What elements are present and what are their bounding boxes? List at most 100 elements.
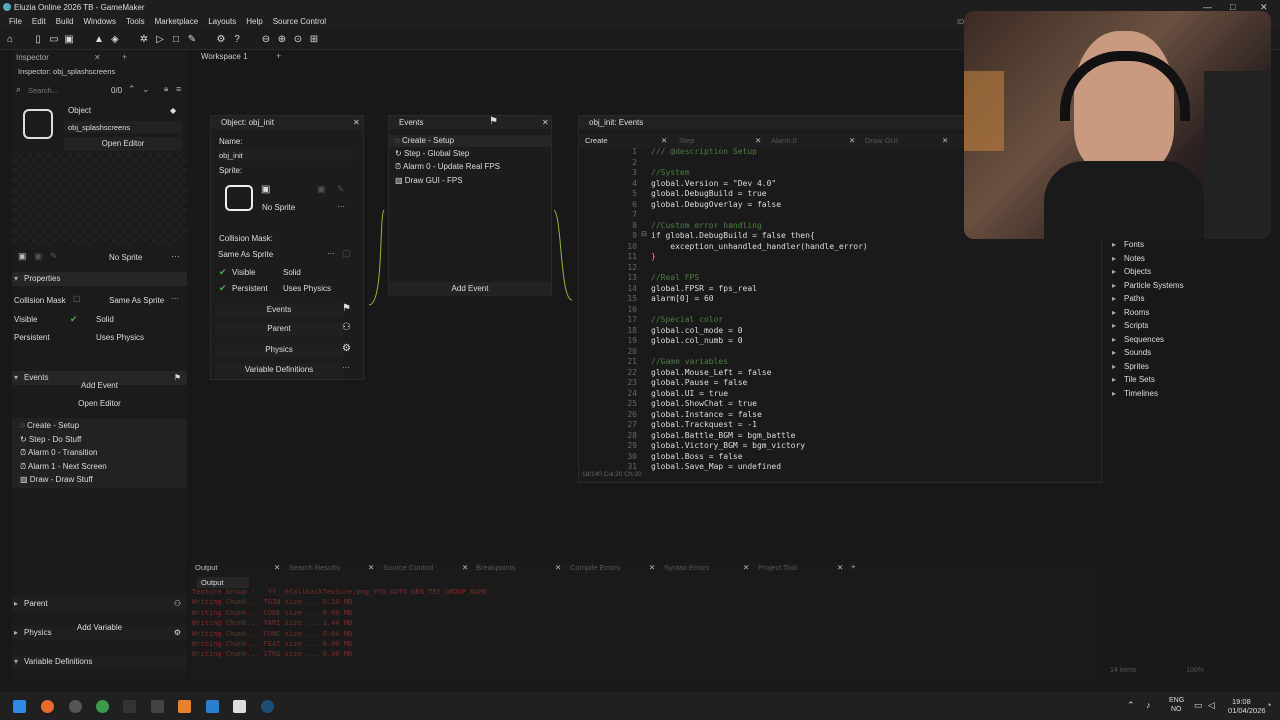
object-name-field[interactable]: obj_splashscreens — [64, 121, 182, 133]
sprite-menu-icon[interactable]: ⋯ — [337, 202, 345, 211]
output-tab[interactable]: Output — [195, 563, 218, 572]
home-icon[interactable]: ⌂ — [4, 34, 16, 46]
add-event-button[interactable]: Add Event — [389, 282, 551, 296]
add-event-button[interactable]: Add Event — [12, 379, 187, 393]
output-tab-close-icon[interactable]: ✕ — [368, 563, 374, 572]
tab-draw-gui[interactable]: Draw GUI — [865, 136, 898, 145]
clean-icon[interactable]: ✎ — [186, 34, 198, 46]
properties-section-header[interactable]: ▾ Properties — [12, 272, 187, 286]
tray-chevron-icon[interactable]: ⌃ — [1127, 700, 1135, 711]
new-sprite-icon[interactable]: ▣ — [261, 184, 270, 195]
add-workspace-icon[interactable]: + — [276, 51, 281, 61]
resource-folder[interactable]: Scripts — [1112, 321, 1148, 330]
collision-mask-menu-icon[interactable]: ⋯ — [171, 294, 179, 303]
tab-draw-gui-close-icon[interactable]: ✕ — [942, 136, 948, 145]
list-item[interactable]: ⏰︎ Alarm 1 - Next Screen — [20, 462, 107, 472]
collision-mask-value[interactable]: Same As Sprite — [218, 250, 273, 259]
resource-folder[interactable]: Sounds — [1112, 348, 1151, 357]
sprite-name[interactable]: No Sprite — [109, 253, 142, 262]
output-tab-close-icon[interactable]: ✕ — [274, 563, 280, 572]
open-editor-button[interactable]: Open Editor — [64, 137, 182, 151]
collision-mask-edit-icon[interactable]: ▢ — [342, 248, 351, 259]
sprite-menu-icon[interactable]: ⋯ — [171, 251, 180, 262]
code-line[interactable]: global.DebugBuild = true — [651, 189, 767, 199]
code-line[interactable]: global.DebugOverlay = false — [651, 200, 781, 210]
grid-icon[interactable]: ⊞ — [308, 34, 320, 46]
output-tab[interactable]: Breakpoints — [476, 563, 516, 572]
output-tab-close-icon[interactable]: ✕ — [837, 563, 843, 572]
obs-icon[interactable] — [69, 700, 82, 713]
events-button[interactable]: Events — [215, 303, 343, 317]
physics-button[interactable]: Physics — [215, 343, 343, 357]
persistent-checkbox[interactable]: ✔ — [219, 283, 227, 294]
zoom-out-icon[interactable]: ⊖ — [260, 34, 272, 46]
event-item-alarm[interactable]: ⏰︎ Alarm 0 - Update Real FPS — [395, 162, 500, 172]
menu-marketplace[interactable]: Marketplace — [155, 17, 199, 26]
resource-folder[interactable]: Rooms — [1112, 308, 1149, 317]
tab-step-close-icon[interactable]: ✕ — [755, 136, 761, 145]
menu-windows[interactable]: Windows — [83, 17, 115, 26]
code-fold-icon[interactable]: ⊟ — [641, 230, 647, 238]
resource-folder[interactable]: Sequences — [1112, 335, 1164, 344]
output-tab-close-icon[interactable]: ✕ — [555, 563, 561, 572]
app-icon[interactable] — [151, 700, 164, 713]
settings-icon[interactable]: ⚙ — [215, 34, 227, 46]
code-line[interactable]: //Real FPS — [651, 273, 699, 283]
event-item-draw-gui[interactable]: ▨ Draw GUI - FPS — [395, 176, 463, 185]
menu-help[interactable]: Help — [246, 17, 262, 26]
code-line[interactable]: //Custom error handling — [651, 221, 762, 231]
variable-definitions-menu-icon[interactable]: ⋯ — [342, 363, 350, 372]
collision-mask-menu-icon[interactable]: ⋯ — [327, 249, 335, 258]
menu-source-control[interactable]: Source Control — [273, 17, 326, 26]
inspector-tab[interactable]: Inspector — [16, 53, 49, 62]
resource-folder[interactable]: Timelines — [1112, 389, 1158, 398]
object-name-input[interactable]: obj_init — [217, 149, 353, 161]
code-line[interactable]: //System — [651, 168, 690, 178]
tray-mic-icon[interactable]: ♪ — [1146, 700, 1151, 710]
event-item-step[interactable]: ↻ Step - Global Step — [395, 149, 469, 158]
tab-create-close-icon[interactable]: ✕ — [661, 136, 667, 145]
code-line[interactable]: global.col_numb = 0 — [651, 336, 743, 346]
sprite-thumb[interactable] — [225, 185, 253, 211]
menu-edit[interactable]: Edit — [32, 17, 46, 26]
sprite-new-icon[interactable]: ▣ — [18, 251, 27, 262]
output-tab-close-icon[interactable]: ✕ — [743, 563, 749, 572]
code-line[interactable]: global.Victory_BGM = bgm_victory — [651, 441, 805, 451]
code-line[interactable]: global.ShowChat = true — [651, 399, 757, 409]
code-line[interactable]: global.UI = true — [651, 389, 728, 399]
clock-time[interactable]: 19:08 — [1232, 697, 1251, 706]
parent-button[interactable]: Parent — [215, 322, 343, 336]
start-icon[interactable] — [13, 700, 26, 713]
menu-layouts[interactable]: Layouts — [208, 17, 236, 26]
variable-definitions-button[interactable]: Variable Definitions — [215, 363, 343, 377]
volume-icon[interactable]: ◁ — [1208, 700, 1215, 711]
sprite-browse-icon[interactable]: ▣ — [317, 184, 326, 195]
tab-alarm-close-icon[interactable]: ✕ — [849, 136, 855, 145]
search-next-icon[interactable]: ⌄ — [142, 84, 150, 95]
sprite-name-value[interactable]: No Sprite — [262, 203, 295, 212]
list-item[interactable]: ◌ Create - Setup — [20, 421, 79, 430]
code-line[interactable]: //Game variables — [651, 357, 728, 367]
lock-icon[interactable]: 🔒︎ — [164, 84, 168, 94]
firefox-icon[interactable] — [41, 700, 54, 713]
open-project-icon[interactable]: ▭ — [48, 34, 60, 46]
code-line[interactable]: } — [651, 252, 656, 262]
events-window-close-icon[interactable]: ✕ — [542, 118, 549, 127]
visible-checkbox[interactable]: ✔ — [70, 314, 78, 325]
export-icon[interactable]: ◈ — [109, 34, 121, 46]
resource-folder[interactable]: Fonts — [1112, 240, 1144, 249]
collision-mask-value[interactable]: Same As Sprite — [109, 296, 164, 305]
code-line[interactable]: /// @description Setup — [651, 147, 757, 157]
clock-date[interactable]: 01/04/2026 — [1228, 706, 1266, 715]
lang-indicator[interactable]: ENG — [1169, 697, 1184, 704]
stop-icon[interactable]: □ — [170, 34, 182, 46]
list-item[interactable]: ▨ Draw - Draw Stuff — [20, 475, 93, 484]
run-icon[interactable]: ▷ — [154, 34, 166, 46]
code-line[interactable]: exception_unhandled_handler(handle_error… — [651, 242, 867, 252]
tab-alarm[interactable]: Alarm 0 — [771, 136, 797, 145]
workspace-tab[interactable]: Workspace 1 — [201, 52, 248, 61]
menu-file[interactable]: File — [9, 17, 22, 26]
search-input[interactable]: Search... — [28, 86, 58, 95]
code-line[interactable]: global.Boss = false — [651, 452, 743, 462]
visible-checkbox[interactable]: ✔ — [219, 267, 227, 278]
